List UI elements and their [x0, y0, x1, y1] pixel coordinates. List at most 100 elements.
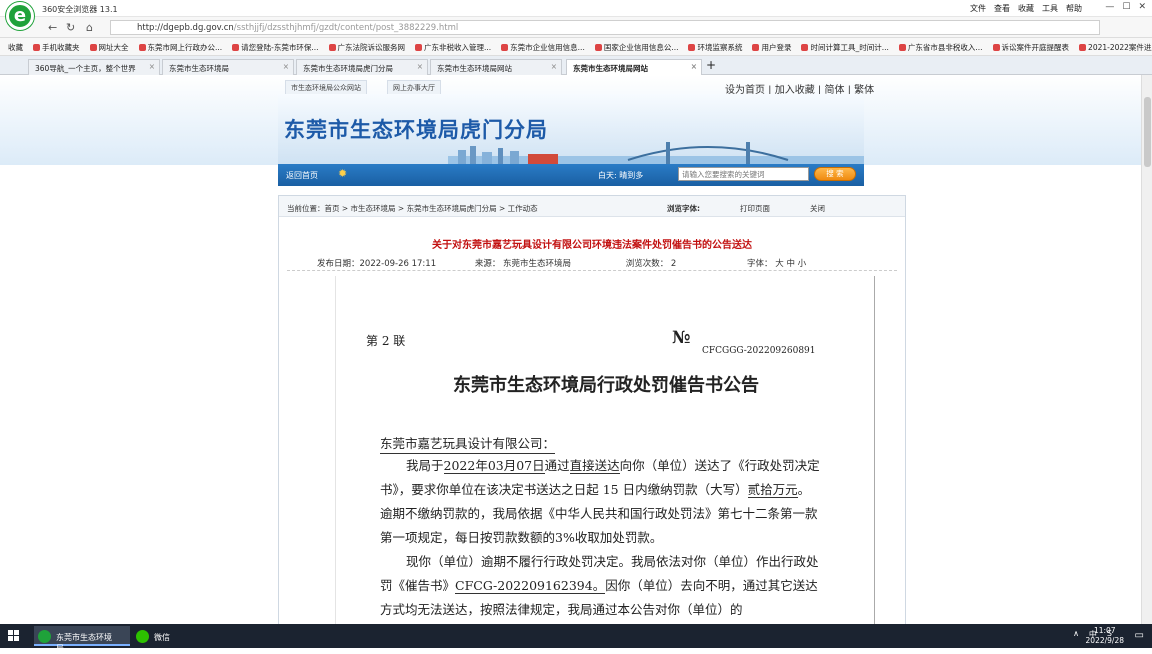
favorite-item[interactable]: 广东非税收入管理...: [424, 42, 491, 53]
font-size-switch[interactable]: 字体： 大 中 小: [747, 259, 806, 269]
favicon-icon: [801, 44, 809, 51]
sun-icon: ✹: [338, 167, 348, 180]
tab-eco-site-active[interactable]: 东莞市生态环境局网站 ×: [566, 59, 702, 75]
notice-doc-number: CFCG-202209162394。: [455, 578, 606, 594]
tray-expand-icon[interactable]: ∧: [1073, 629, 1079, 640]
new-tab-icon[interactable]: +: [706, 58, 716, 72]
view-count: 浏览次数： 2: [625, 259, 677, 269]
refresh-icon[interactable]: ↻: [66, 21, 75, 34]
tab-dg-eco[interactable]: 东莞市生态环境局 ×: [162, 59, 294, 75]
url-host: http://dgepb.dg.gov.cn: [137, 23, 234, 33]
favicon-icon: [328, 44, 336, 51]
scrollbar-thumb[interactable]: [1144, 97, 1151, 167]
favorite-item[interactable]: 广东省市县非税收入...: [908, 42, 983, 53]
favorite-item[interactable]: 广东法院诉讼服务网: [338, 42, 406, 53]
article-meta: 发布日期：2022-09-26 17:11 来源： 东莞市生态环境局 浏览次数：…: [317, 257, 812, 269]
favicon-icon: [898, 44, 906, 51]
favorite-item[interactable]: 东莞市网上行政办公...: [148, 42, 223, 53]
vertical-scrollbar[interactable]: [1141, 75, 1152, 624]
favicon-icon: [688, 44, 696, 51]
menu-view[interactable]: 查看: [994, 3, 1010, 14]
favicon-icon: [752, 44, 760, 51]
favorite-item[interactable]: 东莞市企业信用信息...: [510, 42, 585, 53]
favicon-icon: [992, 44, 1000, 51]
article-container: 当前位置：首页 > 市生态环境局 > 东莞市生态环境局虎门分局 > 工作动态 浏…: [278, 195, 906, 624]
addressee: 东莞市嘉艺玩具设计有限公司：: [380, 433, 556, 454]
favorite-item[interactable]: 环境监察系统: [697, 42, 742, 53]
address-bar: ← ↻ ⌂ http://dgepb.dg.gov.cn/ssthjjfj/dz…: [0, 17, 1152, 38]
url-input[interactable]: http://dgepb.dg.gov.cn/ssthjjfj/dzssthjh…: [110, 20, 1100, 35]
favorite-item[interactable]: 2021-2022案件进度...: [1088, 42, 1152, 53]
paragraph-2: 现你（单位）逾期不履行行政处罚决定。我局依法对你（单位）作出行政处罚《催告书》C…: [380, 554, 819, 617]
close-icon[interactable]: ✕: [1138, 2, 1146, 12]
menu-file[interactable]: 文件: [970, 3, 986, 14]
publish-date: 发布日期：2022-09-26 17:11: [317, 259, 437, 269]
delivery-method: 直接送达: [569, 458, 620, 474]
city-skyline-icon: [448, 142, 864, 164]
site-title: 东莞市生态环境局虎门分局: [284, 118, 548, 142]
site-banner: 东莞市生态环境局虎门分局: [278, 94, 864, 164]
site-navbar: 返回首页 ✹ 白天: 晴到多 搜 索: [278, 164, 864, 186]
decision-date: 2022年03月07日: [443, 458, 545, 474]
windows-taskbar: 东莞市生态环境局... 微信 ∧ 中 S 11:07 2022/9/28 ▭: [0, 624, 1152, 653]
tab-bar: 360导航_一个主页，整个世界 × 东莞市生态环境局 × 东莞市生态环境局虎门分局 ×…: [0, 56, 1152, 75]
paragraph-1: 我局于2022年03月07日通过直接送达向你（单位）送达了《行政处罚决定书》，要…: [380, 458, 820, 545]
browser-logo-icon: e: [6, 2, 34, 30]
favorite-item[interactable]: 国家企业信用信息公...: [604, 42, 679, 53]
home-icon[interactable]: ⌂: [86, 21, 93, 34]
favicon-icon: [33, 44, 40, 51]
menu-tools[interactable]: 工具: [1042, 3, 1058, 14]
favicon-icon: [89, 44, 97, 51]
article-source: 来源： 东莞市生态环境局: [474, 259, 572, 269]
favorite-item[interactable]: 请您登陆-东莞市环保...: [241, 42, 318, 53]
minimize-icon[interactable]: —: [1105, 2, 1114, 12]
favorite-item[interactable]: 收藏: [8, 42, 23, 53]
number-mark: №: [672, 328, 691, 348]
favicon-icon: [138, 44, 146, 51]
notice-document-image: 第 2 联 № CFCGGG-202209260891 东莞市生态环境局行政处罚…: [335, 276, 875, 624]
taskbar-wechat[interactable]: 微信: [132, 626, 192, 646]
back-icon[interactable]: ←: [48, 21, 57, 34]
print-link[interactable]: 打印页面: [740, 203, 770, 214]
favicon-icon: [232, 44, 240, 51]
window-controls: — ☐ ✕: [1105, 2, 1146, 12]
menu-help[interactable]: 帮助: [1066, 3, 1082, 14]
favorite-item[interactable]: 时间计算工具_时间计...: [810, 42, 888, 53]
windows-start-icon[interactable]: [8, 630, 20, 642]
site-header: 市生态环境局公众网站 网上办事大厅 设为首页 | 加入收藏 | 简体 | 繁体 …: [0, 75, 1141, 186]
tab-360-nav[interactable]: 360导航_一个主页，整个世界 ×: [28, 59, 160, 75]
menu-favorites[interactable]: 收藏: [1018, 3, 1034, 14]
search-input[interactable]: [678, 167, 809, 181]
clock[interactable]: 11:07 2022/9/28: [1086, 626, 1124, 646]
breadcrumb-row: 当前位置：首页 > 市生态环境局 > 东莞市生态环境局虎门分局 > 工作动态 浏…: [279, 196, 905, 217]
article-tools: 浏览字体: 打印页面 关闭: [667, 203, 825, 214]
breadcrumb[interactable]: 当前位置：首页 > 市生态环境局 > 东莞市生态环境局虎门分局 > 工作动态: [287, 203, 538, 214]
favorite-item[interactable]: 手机收藏夹: [42, 42, 80, 53]
browser-menu: 文件 查看 收藏 工具 帮助: [970, 3, 1082, 14]
weather-text: 白天: 晴到多: [598, 171, 644, 180]
fine-amount: 贰拾万元: [747, 482, 798, 498]
taskbar-browser[interactable]: 东莞市生态环境局...: [34, 626, 130, 653]
url-path: /ssthjjfj/dzssthjhmfj/gzdt/content/post_…: [233, 23, 459, 33]
favorite-item[interactable]: 用户登录: [761, 42, 791, 53]
tab-eco-site[interactable]: 东莞市生态环境局网站 ×: [430, 59, 562, 75]
app-title: 360安全浏览器 13.1: [42, 5, 118, 14]
notice-number: CFCGGG-202209260891: [702, 346, 816, 356]
favicon-icon: [594, 44, 602, 51]
favicon-icon: [501, 44, 509, 51]
document-title: 东莞市生态环境局行政处罚催告书公告: [453, 375, 759, 396]
article-title: 关于对东莞市嘉艺玩具设计有限公司环境违法案件处罚催告书的公告送达: [432, 240, 752, 251]
browser-titlebar: e 360安全浏览器 13.1 文件 查看 收藏 工具 帮助 — ☐ ✕: [0, 0, 1152, 30]
nav-home-link[interactable]: 返回首页: [286, 170, 318, 181]
favicon-icon: [1079, 44, 1087, 51]
font-size-label: 浏览字体:: [667, 204, 700, 213]
search-button[interactable]: 搜 索: [814, 167, 856, 181]
maximize-icon[interactable]: ☐: [1122, 2, 1130, 12]
tab-humen-branch[interactable]: 东莞市生态环境局虎门分局 ×: [296, 59, 428, 75]
meta-divider: [287, 270, 897, 271]
close-link[interactable]: 关闭: [810, 203, 825, 214]
copy-label: 第 2 联: [366, 334, 406, 348]
favorite-item[interactable]: 网址大全: [99, 42, 129, 53]
favorite-item[interactable]: 诉讼案件开庭提醒表: [1002, 42, 1070, 53]
notification-icon[interactable]: ▭: [1135, 630, 1144, 641]
